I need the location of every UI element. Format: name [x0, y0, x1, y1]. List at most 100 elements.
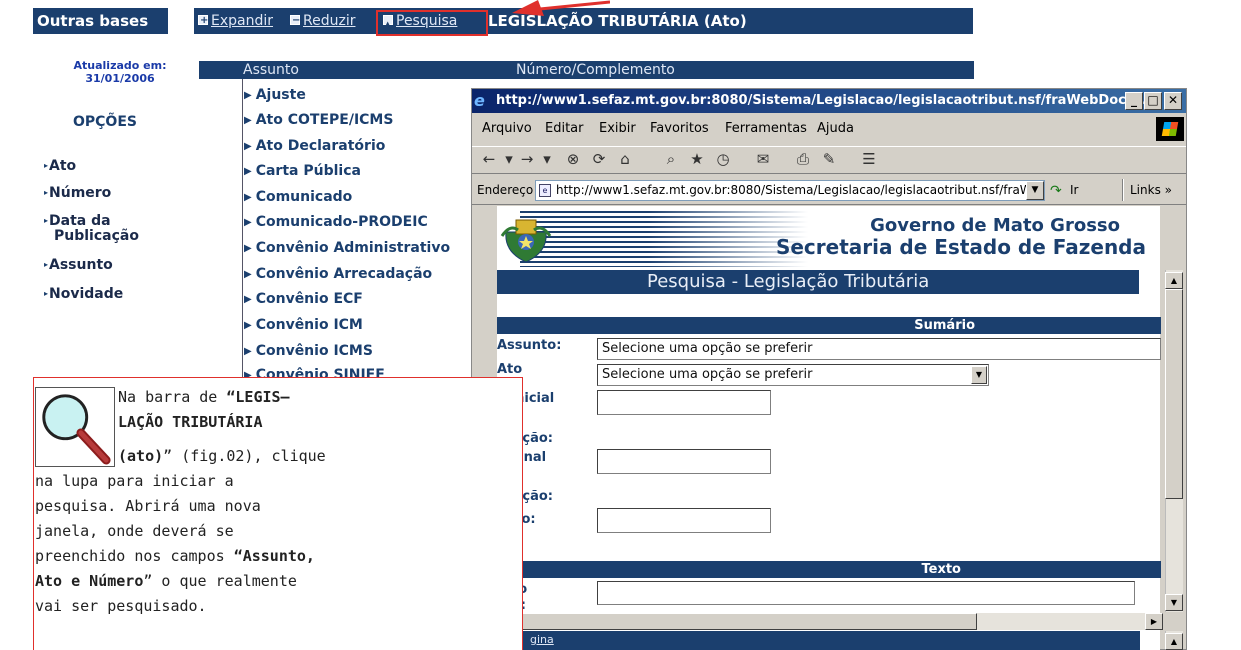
- search-icon[interactable]: ⌕: [660, 148, 682, 170]
- close-button[interactable]: ✕: [1164, 92, 1182, 110]
- inner-scroll-down-button[interactable]: ▼: [1165, 594, 1183, 611]
- bottom-page-link[interactable]: gina: [530, 633, 554, 646]
- category-item[interactable]: ▶ Ajuste: [244, 86, 306, 105]
- category-item[interactable]: ▶ Convênio ECF: [244, 290, 363, 309]
- forward-icon[interactable]: →: [516, 148, 538, 170]
- menu-ferramentas[interactable]: Ferramentas: [725, 114, 807, 144]
- category-item[interactable]: ▶ Ato COTEPE/ICMS: [244, 111, 393, 130]
- ato-select[interactable]: Selecione uma opção se preferir: [597, 364, 989, 386]
- sidebar-item-data-publicacao[interactable]: ▸Data da Publicação: [44, 213, 139, 244]
- back-icon[interactable]: ←: [478, 148, 500, 170]
- history-icon[interactable]: ◷: [712, 148, 734, 170]
- menu-editar[interactable]: Editar: [545, 114, 584, 144]
- tip-line: na lupa para iniciar a: [35, 472, 234, 490]
- go-arrow-icon[interactable]: ↷: [1050, 181, 1062, 201]
- popup-title-bar[interactable]: http://www1.sefaz.mt.gov.br:8080/Sistema…: [472, 89, 1186, 113]
- category-item[interactable]: ▶ Ato Declaratório: [244, 137, 385, 156]
- bullet-icon: ▸: [44, 216, 49, 225]
- pesquisa-highlight-box: [376, 10, 488, 36]
- bullet-icon: ▸: [44, 161, 49, 170]
- tip-line: vai ser pesquisado.: [35, 597, 207, 615]
- topbar-separator: [168, 8, 194, 34]
- links-button[interactable]: Links »: [1130, 175, 1172, 205]
- column-assunto: Assunto: [243, 62, 299, 78]
- column-numero: Número/Complemento: [516, 62, 675, 78]
- menu-ajuda[interactable]: Ajuda: [817, 114, 854, 144]
- address-label: Endereço: [477, 183, 534, 197]
- reduzir-link[interactable]: Reduzir: [290, 12, 355, 30]
- updated-label: Atualizado em:: [73, 59, 167, 72]
- sidebar-item-numero[interactable]: ▸Número: [44, 185, 111, 201]
- outer-scroll-up-button[interactable]: ▲: [1165, 633, 1183, 650]
- secretaria-name: Secretaria de Estado de Fazenda: [775, 235, 1146, 259]
- collapse-icon: [290, 12, 300, 30]
- tip-line: (ato)” (fig.02), clique: [118, 447, 326, 465]
- inner-scroll-thumb[interactable]: [1165, 289, 1183, 499]
- triangle-icon: ▶: [244, 141, 252, 152]
- category-item[interactable]: ▶ Convênio ICM: [244, 316, 363, 335]
- reduzir-label: Reduzir: [303, 13, 356, 29]
- category-item[interactable]: ▶ Carta Pública: [244, 162, 361, 181]
- updated-date: 31/01/2006: [85, 72, 155, 85]
- data-inicial-input[interactable]: [597, 390, 771, 415]
- forward-dropdown-icon[interactable]: ▾: [536, 148, 558, 170]
- search-page-title: Pesquisa - Legislação Tributária: [497, 270, 1139, 294]
- home-icon[interactable]: ⌂: [614, 148, 636, 170]
- maximize-button[interactable]: □: [1144, 92, 1162, 110]
- print-icon[interactable]: ⎙: [792, 148, 814, 170]
- scroll-right-button[interactable]: ▶: [1145, 613, 1163, 630]
- sidebar-item-ato[interactable]: ▸Ato: [44, 158, 76, 174]
- mail-icon[interactable]: ✉: [752, 148, 774, 170]
- category-item[interactable]: ▶ Comunicado: [244, 188, 352, 207]
- category-item[interactable]: ▶ Convênio Arrecadação: [244, 265, 432, 284]
- red-pointer-arrow-icon: [512, 0, 610, 16]
- tip-line: Na barra de “LEGIS–: [118, 388, 290, 406]
- toolbar-separator: [1122, 179, 1124, 201]
- edit-icon[interactable]: ✎: [818, 148, 840, 170]
- tip-line: LAÇÃO TRIBUTÁRIA: [118, 413, 263, 431]
- triangle-icon: ▶: [244, 269, 252, 280]
- triangle-icon: ▶: [244, 320, 252, 331]
- triangle-icon: ▶: [244, 217, 252, 228]
- horizontal-scroll-thumb[interactable]: [497, 613, 977, 630]
- minimize-button[interactable]: _: [1125, 92, 1143, 110]
- section-sumario: Sumário: [497, 317, 1161, 334]
- coat-of-arms-icon: [500, 219, 552, 263]
- outras-bases-button[interactable]: Outras bases: [33, 8, 168, 34]
- texto-input[interactable]: [597, 581, 1135, 605]
- address-input[interactable]: http://www1.sefaz.mt.gov.br:8080/Sistema…: [535, 180, 1045, 201]
- menu-exibir[interactable]: Exibir: [599, 114, 636, 144]
- favorites-icon[interactable]: ★: [686, 148, 708, 170]
- bullet-icon: ▸: [44, 289, 49, 298]
- triangle-icon: ▶: [244, 346, 252, 357]
- sidebar-item-novidade[interactable]: ▸Novidade: [44, 286, 123, 302]
- page-icon: e: [539, 184, 551, 197]
- discuss-icon[interactable]: ☰: [858, 148, 880, 170]
- numero-input[interactable]: [597, 508, 771, 533]
- sidebar-item-assunto[interactable]: ▸Assunto: [44, 257, 113, 273]
- triangle-icon: ▶: [244, 243, 252, 254]
- tip-line: pesquisa. Abrirá uma nova: [35, 497, 261, 515]
- expand-icon: [198, 12, 208, 30]
- category-item[interactable]: ▶ Convênio ICMS: [244, 342, 373, 361]
- bullet-icon: ▸: [44, 188, 49, 197]
- menu-arquivo[interactable]: Arquivo: [482, 114, 532, 144]
- category-item[interactable]: ▶ Convênio Administrativo: [244, 239, 450, 258]
- inner-scroll-up-button[interactable]: ▲: [1165, 272, 1183, 289]
- assunto-select[interactable]: Selecione uma opção se preferir: [597, 338, 1161, 360]
- ato-dropdown-icon[interactable]: ▼: [971, 366, 987, 384]
- address-dropdown-button[interactable]: ▼: [1026, 181, 1044, 200]
- expandir-link[interactable]: Expandir: [198, 12, 273, 30]
- triangle-icon: ▶: [244, 166, 252, 177]
- triangle-icon: ▶: [244, 90, 252, 101]
- bottom-nav-bar: [497, 631, 1140, 650]
- menu-favoritos[interactable]: Favoritos: [650, 114, 709, 144]
- go-button[interactable]: Ir: [1070, 175, 1078, 205]
- options-title: OPÇÕES: [73, 114, 137, 130]
- assunto-label: Assunto:: [497, 338, 562, 353]
- category-item[interactable]: ▶ Comunicado-PRODEIC: [244, 213, 428, 232]
- refresh-icon[interactable]: ⟳: [588, 148, 610, 170]
- data-final-input[interactable]: [597, 449, 771, 474]
- expandir-label: Expandir: [211, 13, 274, 29]
- stop-icon[interactable]: ⊗: [562, 148, 584, 170]
